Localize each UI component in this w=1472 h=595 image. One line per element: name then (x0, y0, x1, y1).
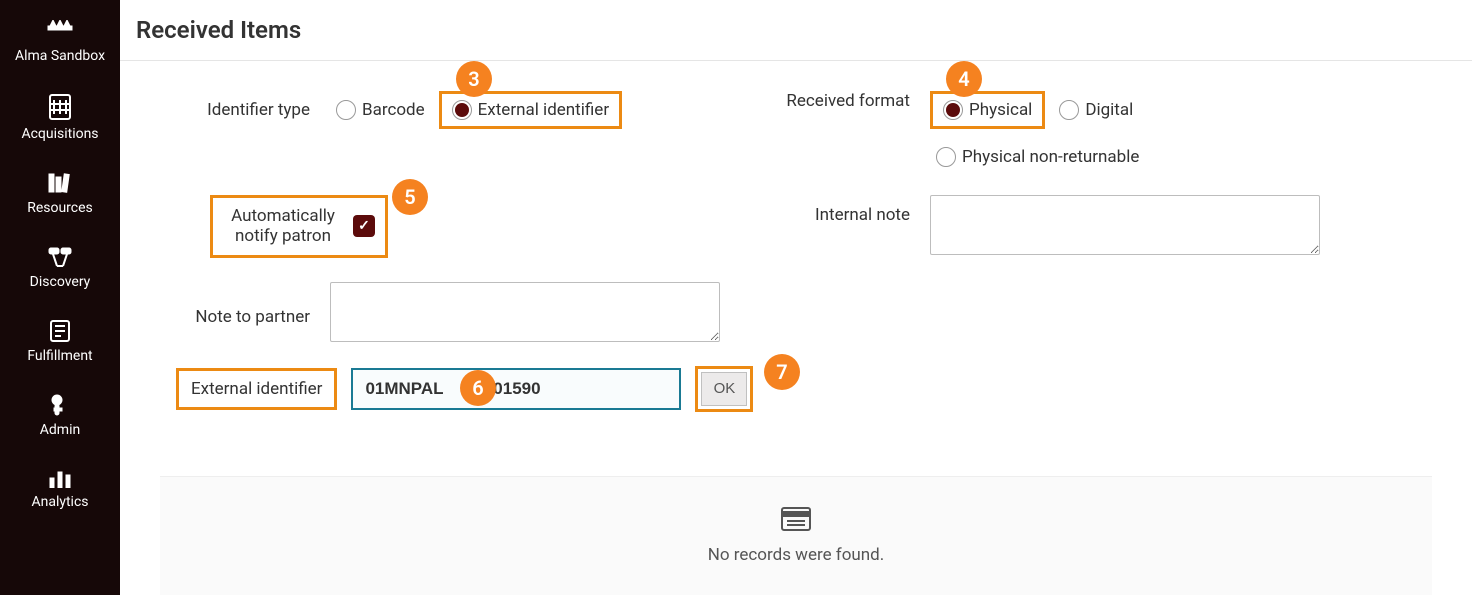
sidebar-item-label: Alma Sandbox (15, 48, 105, 64)
sidebar-item-label: Analytics (31, 494, 88, 510)
auto-notify-checkbox-wrap[interactable]: Automatically notify patron ✓ (210, 195, 388, 258)
received-format-physical-nr[interactable]: Physical non-returnable (930, 143, 1145, 171)
sidebar-item-label: Resources (27, 200, 93, 216)
page-title: Received Items (120, 16, 1472, 61)
ok-button[interactable]: OK (701, 372, 747, 406)
checkbox-checked-icon: ✓ (353, 215, 375, 237)
sidebar-item-label: Discovery (30, 274, 91, 290)
radio-unselected-icon (1059, 100, 1079, 120)
received-format-physical[interactable]: Physical (930, 91, 1045, 129)
internal-note-input[interactable] (930, 195, 1320, 255)
identifier-type-label: Identifier type (160, 100, 330, 120)
sidebar-nav: Alma Sandbox Acquisitions Resources Disc… (0, 0, 120, 595)
sidebar-item-analytics[interactable]: Analytics (0, 456, 120, 514)
results-area: No records were found. (160, 476, 1432, 595)
callout-7: 7 (764, 354, 800, 390)
fulfillment-icon (48, 320, 72, 342)
sidebar-item-acquisitions[interactable]: Acquisitions (0, 82, 120, 160)
received-format-group: Physical Digital Physical non-returnable (930, 91, 1145, 171)
radio-label: Physical (969, 100, 1032, 120)
note-to-partner-label: Note to partner (160, 297, 330, 327)
auto-notify-label: Automatically notify patron (223, 206, 343, 247)
sidebar-item-label: Acquisitions (21, 126, 98, 142)
admin-icon (51, 394, 69, 416)
radio-unselected-icon (936, 147, 956, 167)
alma-sandbox-icon (46, 20, 74, 42)
main-content: Received Items Identifier type Barcode E… (120, 0, 1472, 595)
radio-label: Physical non-returnable (962, 147, 1139, 167)
radio-selected-icon (943, 100, 963, 120)
radio-selected-icon (452, 100, 472, 120)
external-identifier-input[interactable] (351, 368, 681, 410)
empty-results-icon (160, 507, 1432, 545)
external-identifier-label: External identifier (176, 368, 337, 410)
radio-label: External identifier (478, 100, 609, 120)
callout-5: 5 (392, 179, 428, 215)
received-format-label: Received format (760, 91, 930, 111)
sidebar-item-label: Fulfillment (27, 348, 92, 364)
sidebar-item-alma-sandbox[interactable]: Alma Sandbox (0, 8, 120, 82)
radio-unselected-icon (336, 100, 356, 120)
callout-3: 3 (456, 61, 492, 97)
received-format-digital[interactable]: Digital (1053, 96, 1139, 124)
identifier-type-barcode[interactable]: Barcode (330, 96, 431, 124)
resources-icon (47, 172, 73, 194)
sidebar-item-label: Admin (40, 422, 80, 438)
discovery-icon (47, 246, 73, 268)
callout-6: 6 (460, 370, 496, 406)
form-area: Identifier type Barcode External identif… (120, 61, 1472, 456)
internal-note-label: Internal note (760, 195, 930, 225)
callout-4: 4 (946, 61, 982, 97)
empty-results-text: No records were found. (160, 545, 1432, 565)
acquisitions-icon (49, 94, 71, 120)
sidebar-item-resources[interactable]: Resources (0, 160, 120, 234)
sidebar-item-fulfillment[interactable]: Fulfillment (0, 308, 120, 382)
radio-label: Digital (1085, 100, 1133, 120)
note-to-partner-input[interactable] (330, 282, 720, 342)
sidebar-item-discovery[interactable]: Discovery (0, 234, 120, 308)
identifier-type-external[interactable]: External identifier (439, 91, 622, 129)
sidebar-item-admin[interactable]: Admin (0, 382, 120, 456)
radio-label: Barcode (362, 100, 425, 120)
ok-button-highlight: OK (695, 366, 753, 412)
analytics-icon (48, 468, 72, 488)
